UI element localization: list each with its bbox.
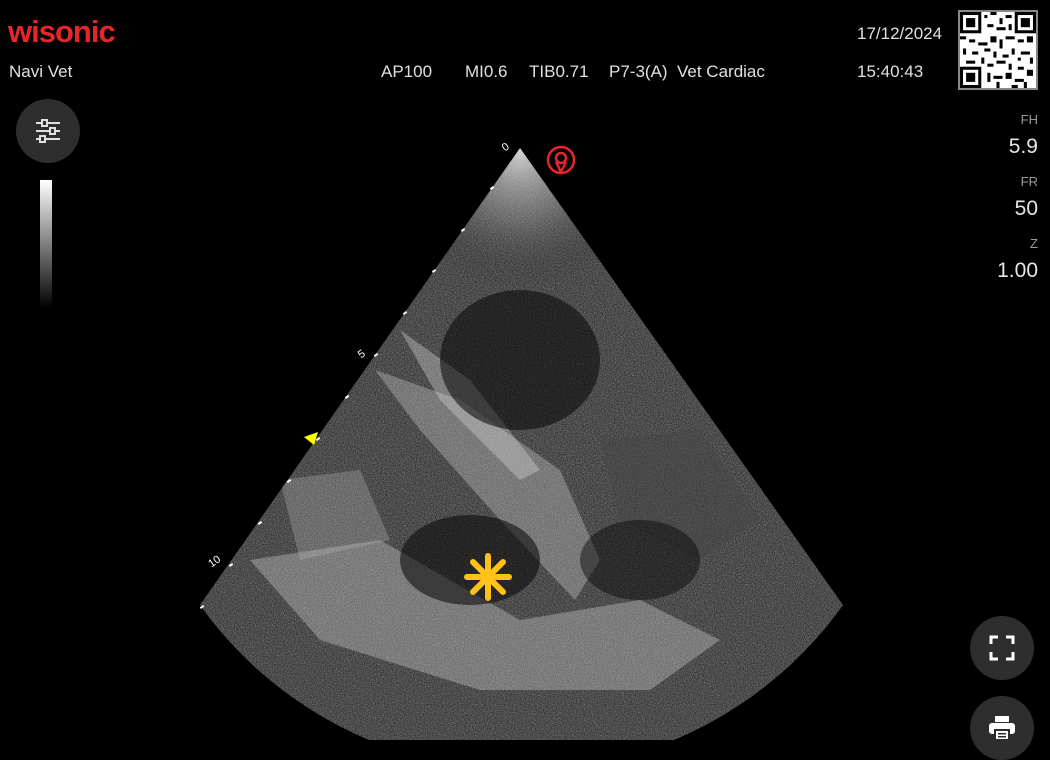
- preset-label: Vet Cardiac: [677, 62, 765, 81]
- depth-label-10: 10: [206, 553, 223, 570]
- time-label: 15:40:43: [857, 62, 924, 81]
- brand-logo: wisonic: [8, 14, 116, 49]
- probe-label: P7-3(A): [609, 62, 668, 81]
- zoom-value: 1.00: [997, 259, 1038, 282]
- sliders-icon: [36, 119, 60, 143]
- ultrasound-image: 0 5 10: [199, 141, 843, 740]
- fr-value: 50: [1014, 197, 1038, 220]
- depth-label-0: 0: [500, 141, 512, 154]
- sector-scan: [200, 148, 843, 740]
- acoustic-power-label: AP100: [381, 62, 433, 81]
- qr-code: [958, 10, 1038, 90]
- mechanical-index-label: MI0.6: [465, 62, 508, 81]
- printer-icon: [989, 716, 1015, 741]
- fullscreen-button[interactable]: [970, 616, 1034, 680]
- print-button[interactable]: [970, 696, 1034, 760]
- orientation-marker-icon: [546, 145, 576, 175]
- app-mode-label: Navi Vet: [9, 62, 73, 81]
- settings-button[interactable]: [16, 99, 80, 163]
- asterisk-icon: [464, 553, 512, 601]
- fullscreen-icon: [989, 635, 1015, 661]
- date-label: 17/12/2024: [857, 24, 943, 43]
- fr-label: FR: [1020, 174, 1038, 189]
- thermal-index-label: TIB0.71: [529, 62, 589, 81]
- depth-label-5: 5: [356, 348, 368, 361]
- zoom-label: Z: [1030, 236, 1038, 251]
- grayscale-bar: [40, 180, 52, 308]
- fh-label: FH: [1020, 112, 1038, 127]
- fh-value: 5.9: [1008, 135, 1038, 158]
